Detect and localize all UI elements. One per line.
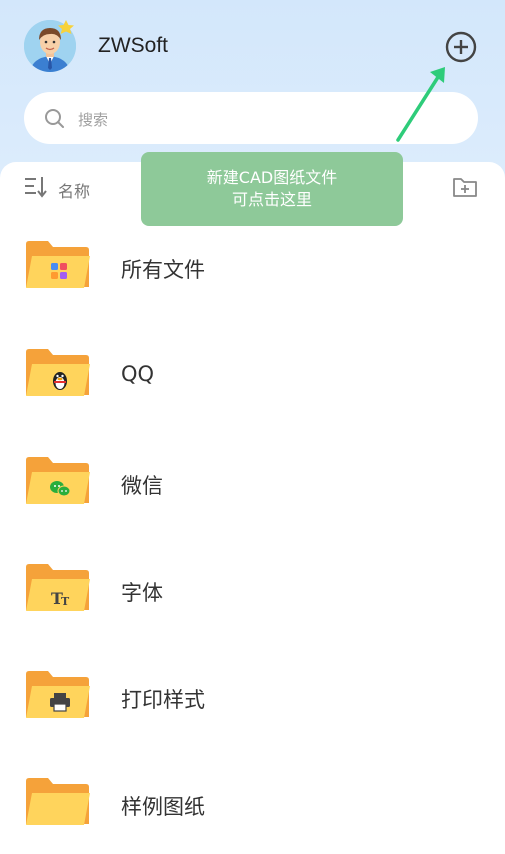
username: ZWSoft bbox=[98, 34, 169, 57]
folder-print-styles[interactable]: 打印样式 bbox=[0, 670, 505, 760]
folder-all-files[interactable]: 所有文件 bbox=[0, 240, 505, 330]
folder-label: 字体 bbox=[121, 581, 163, 605]
folder-label: 打印样式 bbox=[121, 688, 205, 712]
plus-circle-icon bbox=[445, 31, 477, 63]
folder-wechat[interactable]: 微信 bbox=[0, 456, 505, 546]
grid-apps-icon bbox=[26, 241, 90, 288]
avatar[interactable] bbox=[24, 20, 76, 72]
folder-sample-drawings[interactable]: 样例图纸 bbox=[0, 777, 505, 854]
wechat-icon bbox=[26, 457, 90, 504]
folder-label: 所有文件 bbox=[121, 258, 205, 282]
folder-qq[interactable]: QQ bbox=[0, 348, 505, 438]
folder-label: QQ bbox=[121, 362, 155, 386]
folder-label: 样例图纸 bbox=[121, 795, 205, 819]
sort-by-name-label[interactable]: 名称 bbox=[58, 178, 90, 202]
folder-label: 微信 bbox=[121, 474, 163, 498]
font-icon: T T bbox=[26, 564, 90, 611]
new-drawing-tooltip[interactable]: 新建CAD图纸文件 可点击这里 bbox=[141, 152, 403, 226]
qq-penguin-icon bbox=[26, 349, 90, 396]
new-folder-icon[interactable] bbox=[452, 176, 478, 198]
add-new-drawing-button[interactable] bbox=[444, 30, 478, 64]
sort-icon[interactable] bbox=[24, 175, 50, 199]
folder-fonts[interactable]: T T 字体 bbox=[0, 563, 505, 653]
printer-icon bbox=[26, 671, 90, 718]
search-placeholder: 搜索 bbox=[78, 111, 109, 129]
folder-icon bbox=[26, 778, 90, 825]
tooltip-line-1: 新建CAD图纸文件 bbox=[206, 168, 338, 187]
tooltip-line-2: 可点击这里 bbox=[231, 190, 312, 209]
svg-text:T: T bbox=[61, 595, 70, 608]
search-icon bbox=[45, 109, 64, 128]
hint-arrow-icon bbox=[396, 67, 445, 142]
